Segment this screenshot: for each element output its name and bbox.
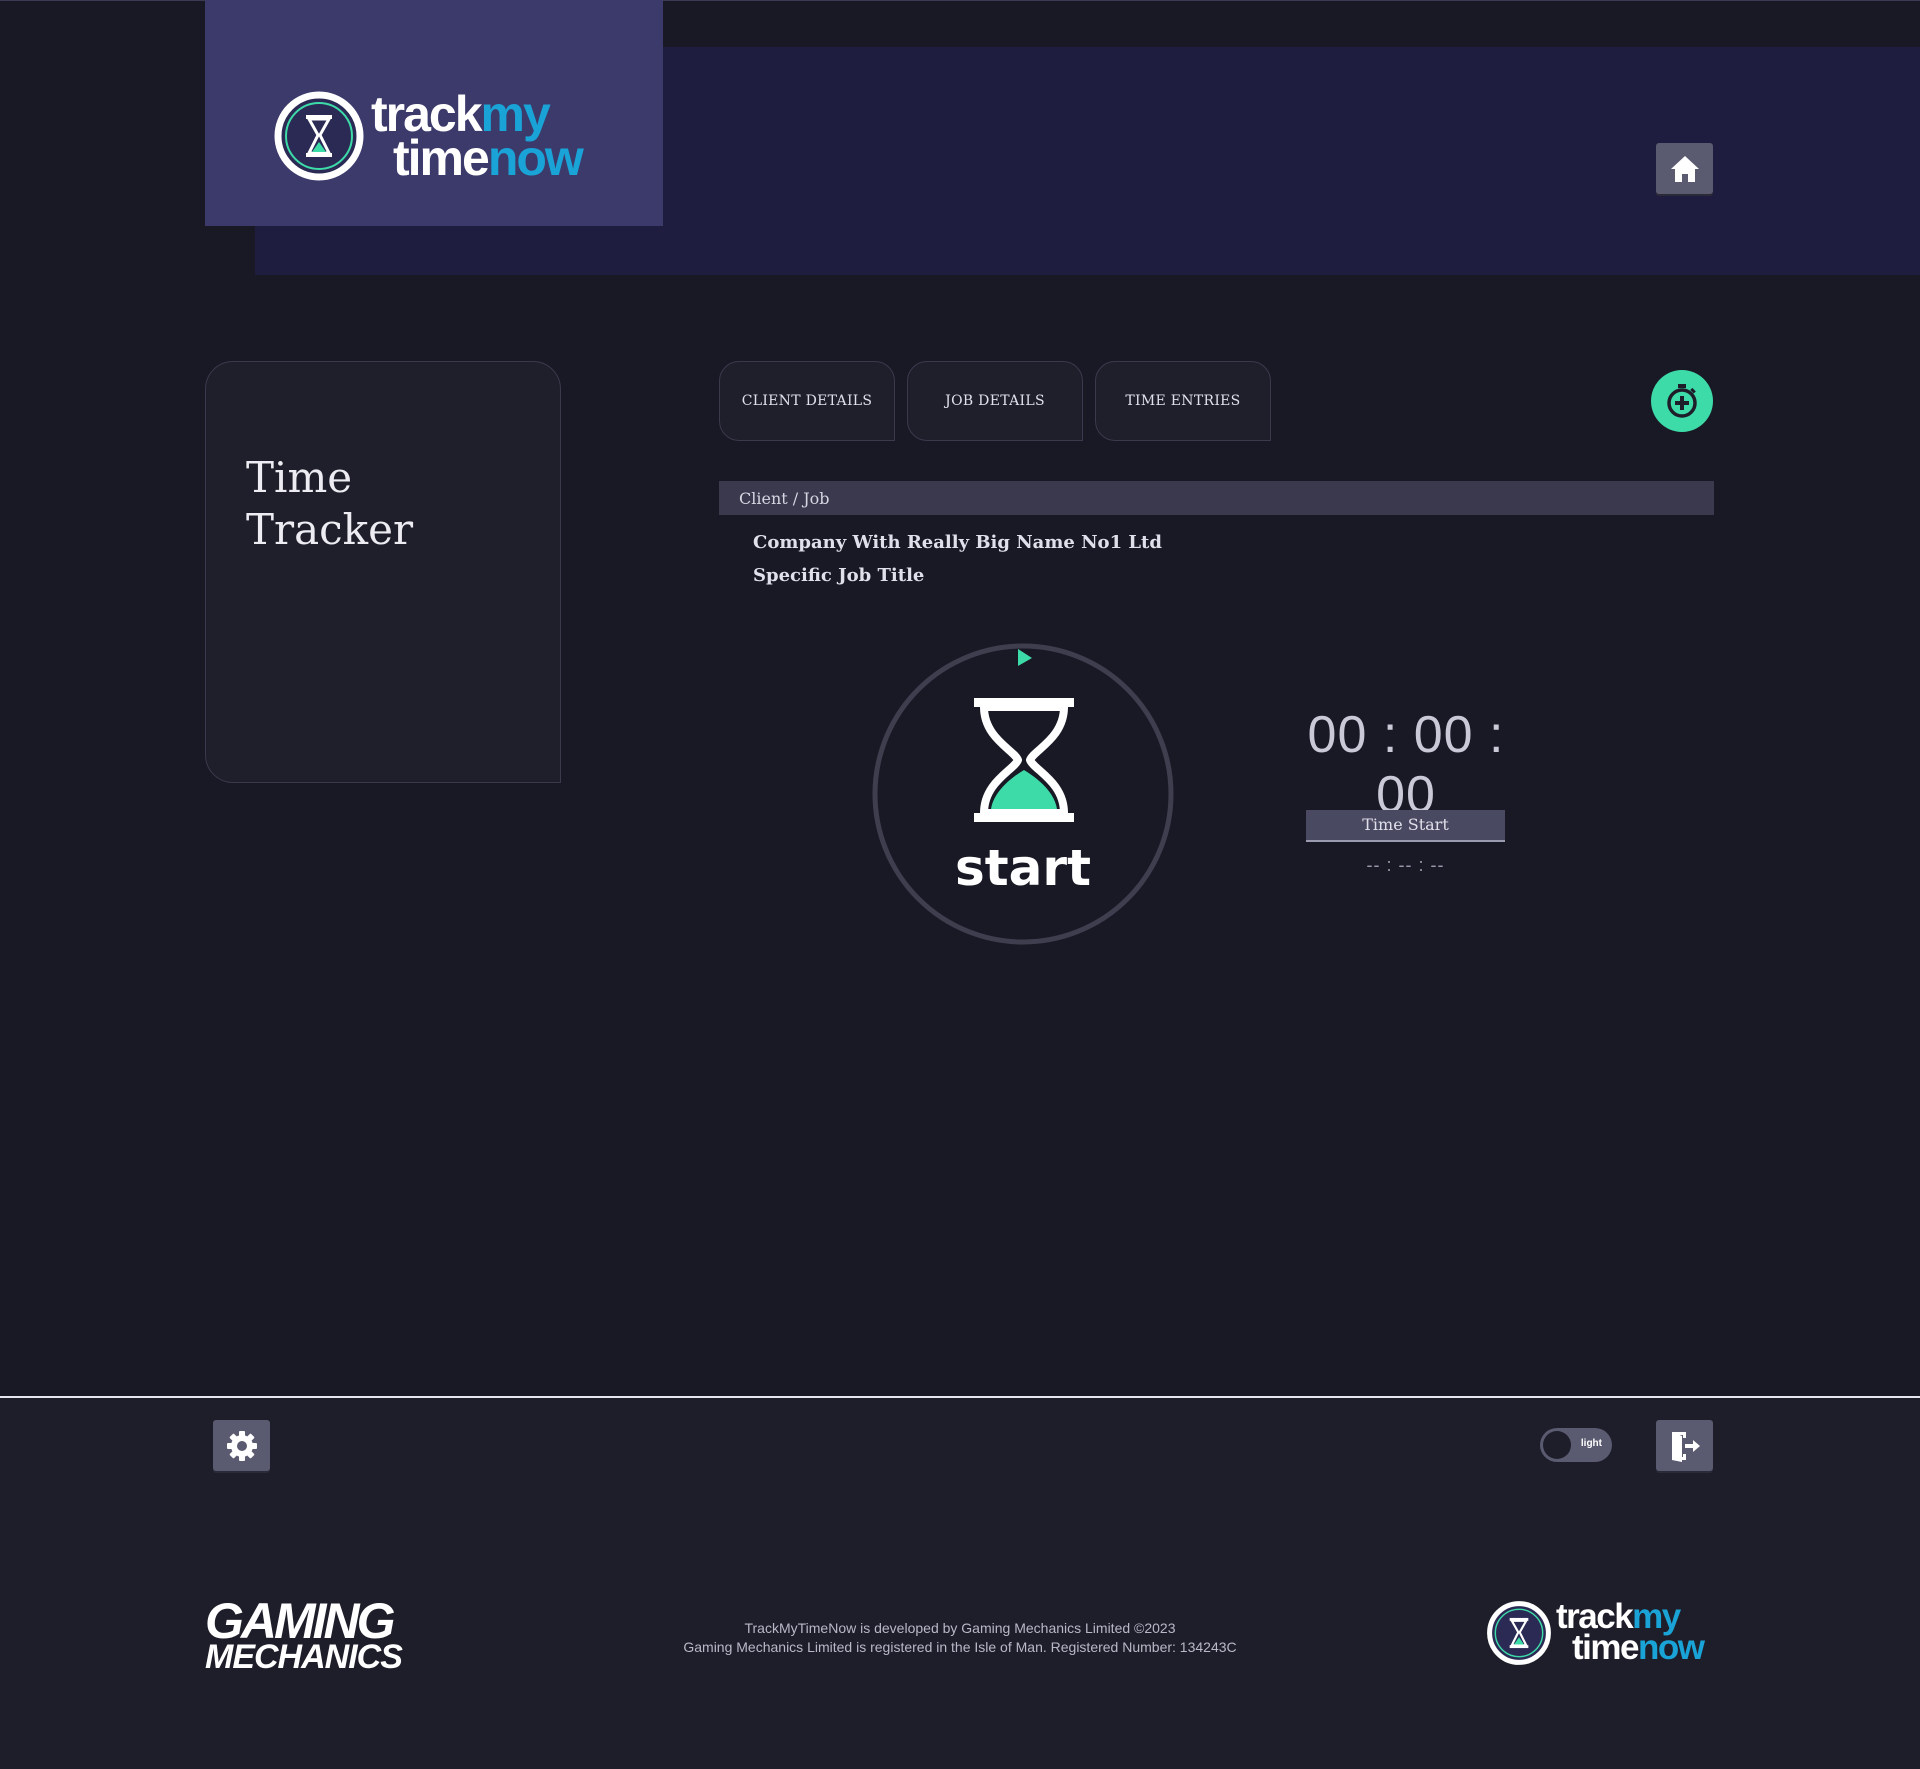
start-timer-button[interactable]: start — [872, 643, 1174, 945]
tab-label: CLIENT DETAILS — [741, 393, 873, 409]
legal-line-2: Gaming Mechanics Limited is registered i… — [683, 1639, 1237, 1655]
time-start-label: Time Start — [1362, 815, 1449, 834]
job-title: Specific Job Title — [753, 565, 925, 586]
home-icon — [1670, 155, 1699, 182]
theme-toggle[interactable]: light — [1540, 1428, 1612, 1462]
toggle-knob — [1543, 1431, 1571, 1459]
legal-text: TrackMyTimeNow is developed by Gaming Me… — [560, 1619, 1360, 1657]
hourglass-logo-icon — [274, 91, 364, 181]
hourglass-icon — [974, 698, 1074, 822]
tab-job-details[interactable]: JOB DETAILS — [907, 361, 1083, 441]
brand-line-2: MECHANICS — [205, 1638, 403, 1676]
footer-logo[interactable]: trackmy timenow — [1486, 1599, 1705, 1667]
home-button[interactable] — [1656, 143, 1713, 194]
logo-word-time: time — [1572, 1628, 1639, 1667]
progress-marker-icon — [1018, 649, 1032, 666]
legal-line-1: TrackMyTimeNow is developed by Gaming Me… — [744, 1620, 1176, 1636]
header-logo[interactable]: trackmy timenow — [273, 89, 584, 183]
tab-client-details[interactable]: CLIENT DETAILS — [719, 361, 895, 441]
theme-toggle-label: light — [1580, 1438, 1602, 1449]
logo-word-now: now — [487, 130, 584, 186]
gaming-mechanics-logo[interactable]: GAMING MECHANICS — [205, 1593, 403, 1676]
stopwatch-plus-icon — [1667, 384, 1697, 418]
logout-door-icon — [1671, 1431, 1700, 1462]
footer-toolbar — [0, 1398, 1920, 1493]
time-start-header: Time Start — [1306, 810, 1505, 842]
start-label: start — [955, 839, 1091, 897]
logo-wordmark: trackmy timenow — [1556, 1599, 1705, 1667]
logo-word-now: now — [1637, 1628, 1705, 1667]
logo-wordmark: trackmy timenow — [371, 89, 584, 183]
logo-word-time: time — [393, 130, 490, 186]
tab-label: JOB DETAILS — [945, 393, 1045, 409]
hourglass-logo-icon — [1487, 1601, 1551, 1665]
client-job-header: Client / Job — [719, 481, 1714, 515]
tab-time-entries[interactable]: TIME ENTRIES — [1095, 361, 1271, 441]
time-start-value: -- : -- : -- — [1366, 855, 1445, 875]
client-job-heading: Client / Job — [739, 489, 830, 508]
logout-button[interactable] — [1656, 1420, 1713, 1471]
logo-panel: trackmy timenow — [205, 0, 663, 226]
brand-line-1: GAMING — [205, 1593, 396, 1649]
page-title: Time Tracker — [246, 453, 414, 554]
add-timer-button[interactable] — [1651, 370, 1713, 432]
gear-icon — [226, 1430, 257, 1461]
tab-label: TIME ENTRIES — [1125, 393, 1241, 409]
client-name: Company With Really Big Name No1 Ltd — [753, 532, 1162, 553]
elapsed-time-display: 00 : 00 : 00 — [1307, 706, 1505, 824]
time-tracker-card: Time Tracker — [205, 361, 561, 783]
settings-button[interactable] — [213, 1420, 270, 1471]
